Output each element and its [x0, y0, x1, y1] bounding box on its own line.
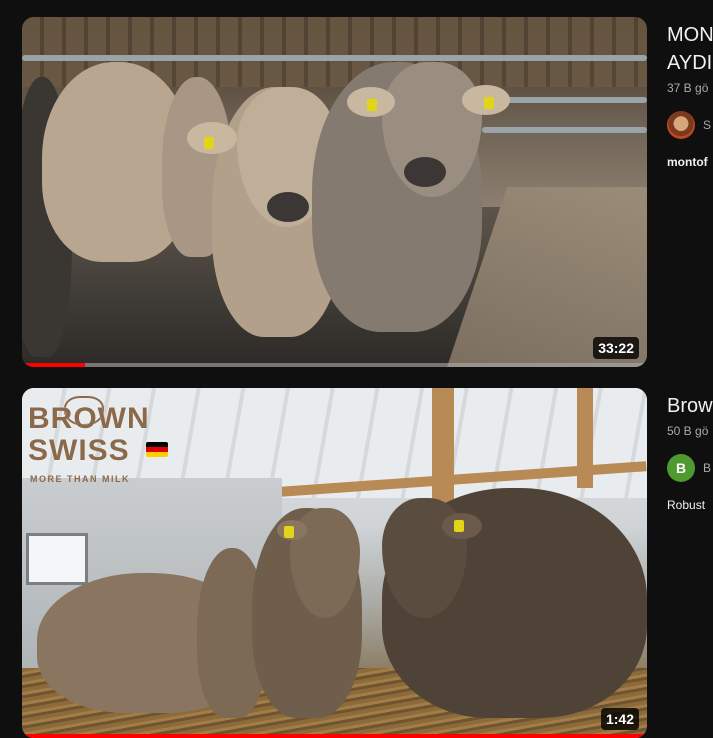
video-description: Robust: [667, 498, 706, 512]
logo-text: SWISS: [28, 434, 130, 467]
logo-tagline: MORE THAN MILK: [30, 474, 130, 484]
watch-progress-fill: [22, 363, 85, 367]
channel-avatar[interactable]: [667, 111, 695, 139]
ear-tag: [454, 520, 464, 532]
video-title-line: AYDI: [667, 52, 713, 74]
video-stats: 37 B gö: [667, 81, 709, 95]
cow-muzzle: [267, 192, 309, 222]
channel-avatar[interactable]: B: [667, 454, 695, 482]
barn-rail: [482, 127, 647, 133]
video-meta: MON AYDI 37 B gö S montof: [667, 17, 713, 169]
channel-name[interactable]: S: [703, 118, 711, 132]
german-flag-icon: [146, 442, 168, 457]
watch-progress-track: [22, 734, 647, 738]
cow-muzzle: [404, 157, 446, 187]
barn-window: [26, 533, 88, 585]
barn-rail: [22, 55, 647, 61]
video-feed: 33:22 MON AYDI 37 B gö S montof BROWN SW…: [0, 0, 713, 738]
channel-link[interactable]: S: [667, 111, 713, 139]
channel-link[interactable]: B B: [667, 454, 713, 482]
video-title[interactable]: MON AYDI: [667, 21, 713, 77]
brand-logo: BROWN SWISS MORE THAN MILK: [28, 396, 178, 496]
logo-text: BROWN: [28, 402, 150, 435]
watch-progress-fill: [22, 734, 647, 738]
roof-beam: [577, 388, 593, 488]
video-stats: 50 B gö: [667, 424, 709, 438]
ear-tag: [284, 526, 294, 538]
video-title-line: Brow: [667, 395, 713, 417]
video-description: montof: [667, 155, 708, 169]
video-thumbnail[interactable]: 33:22: [22, 17, 647, 367]
video-title-line: MON: [667, 24, 713, 46]
video-duration: 1:42: [600, 708, 639, 730]
channel-name[interactable]: B: [703, 461, 711, 475]
video-thumbnail[interactable]: BROWN SWISS MORE THAN MILK 1:42: [22, 388, 647, 738]
ear-tag: [204, 137, 214, 149]
ear-tag: [484, 97, 494, 109]
video-title[interactable]: Brow: [667, 392, 713, 420]
ear-tag: [367, 99, 377, 111]
video-duration: 33:22: [593, 337, 639, 359]
video-meta: Brow 50 B gö B B Robust: [667, 388, 713, 512]
watch-progress-track: [22, 363, 647, 367]
